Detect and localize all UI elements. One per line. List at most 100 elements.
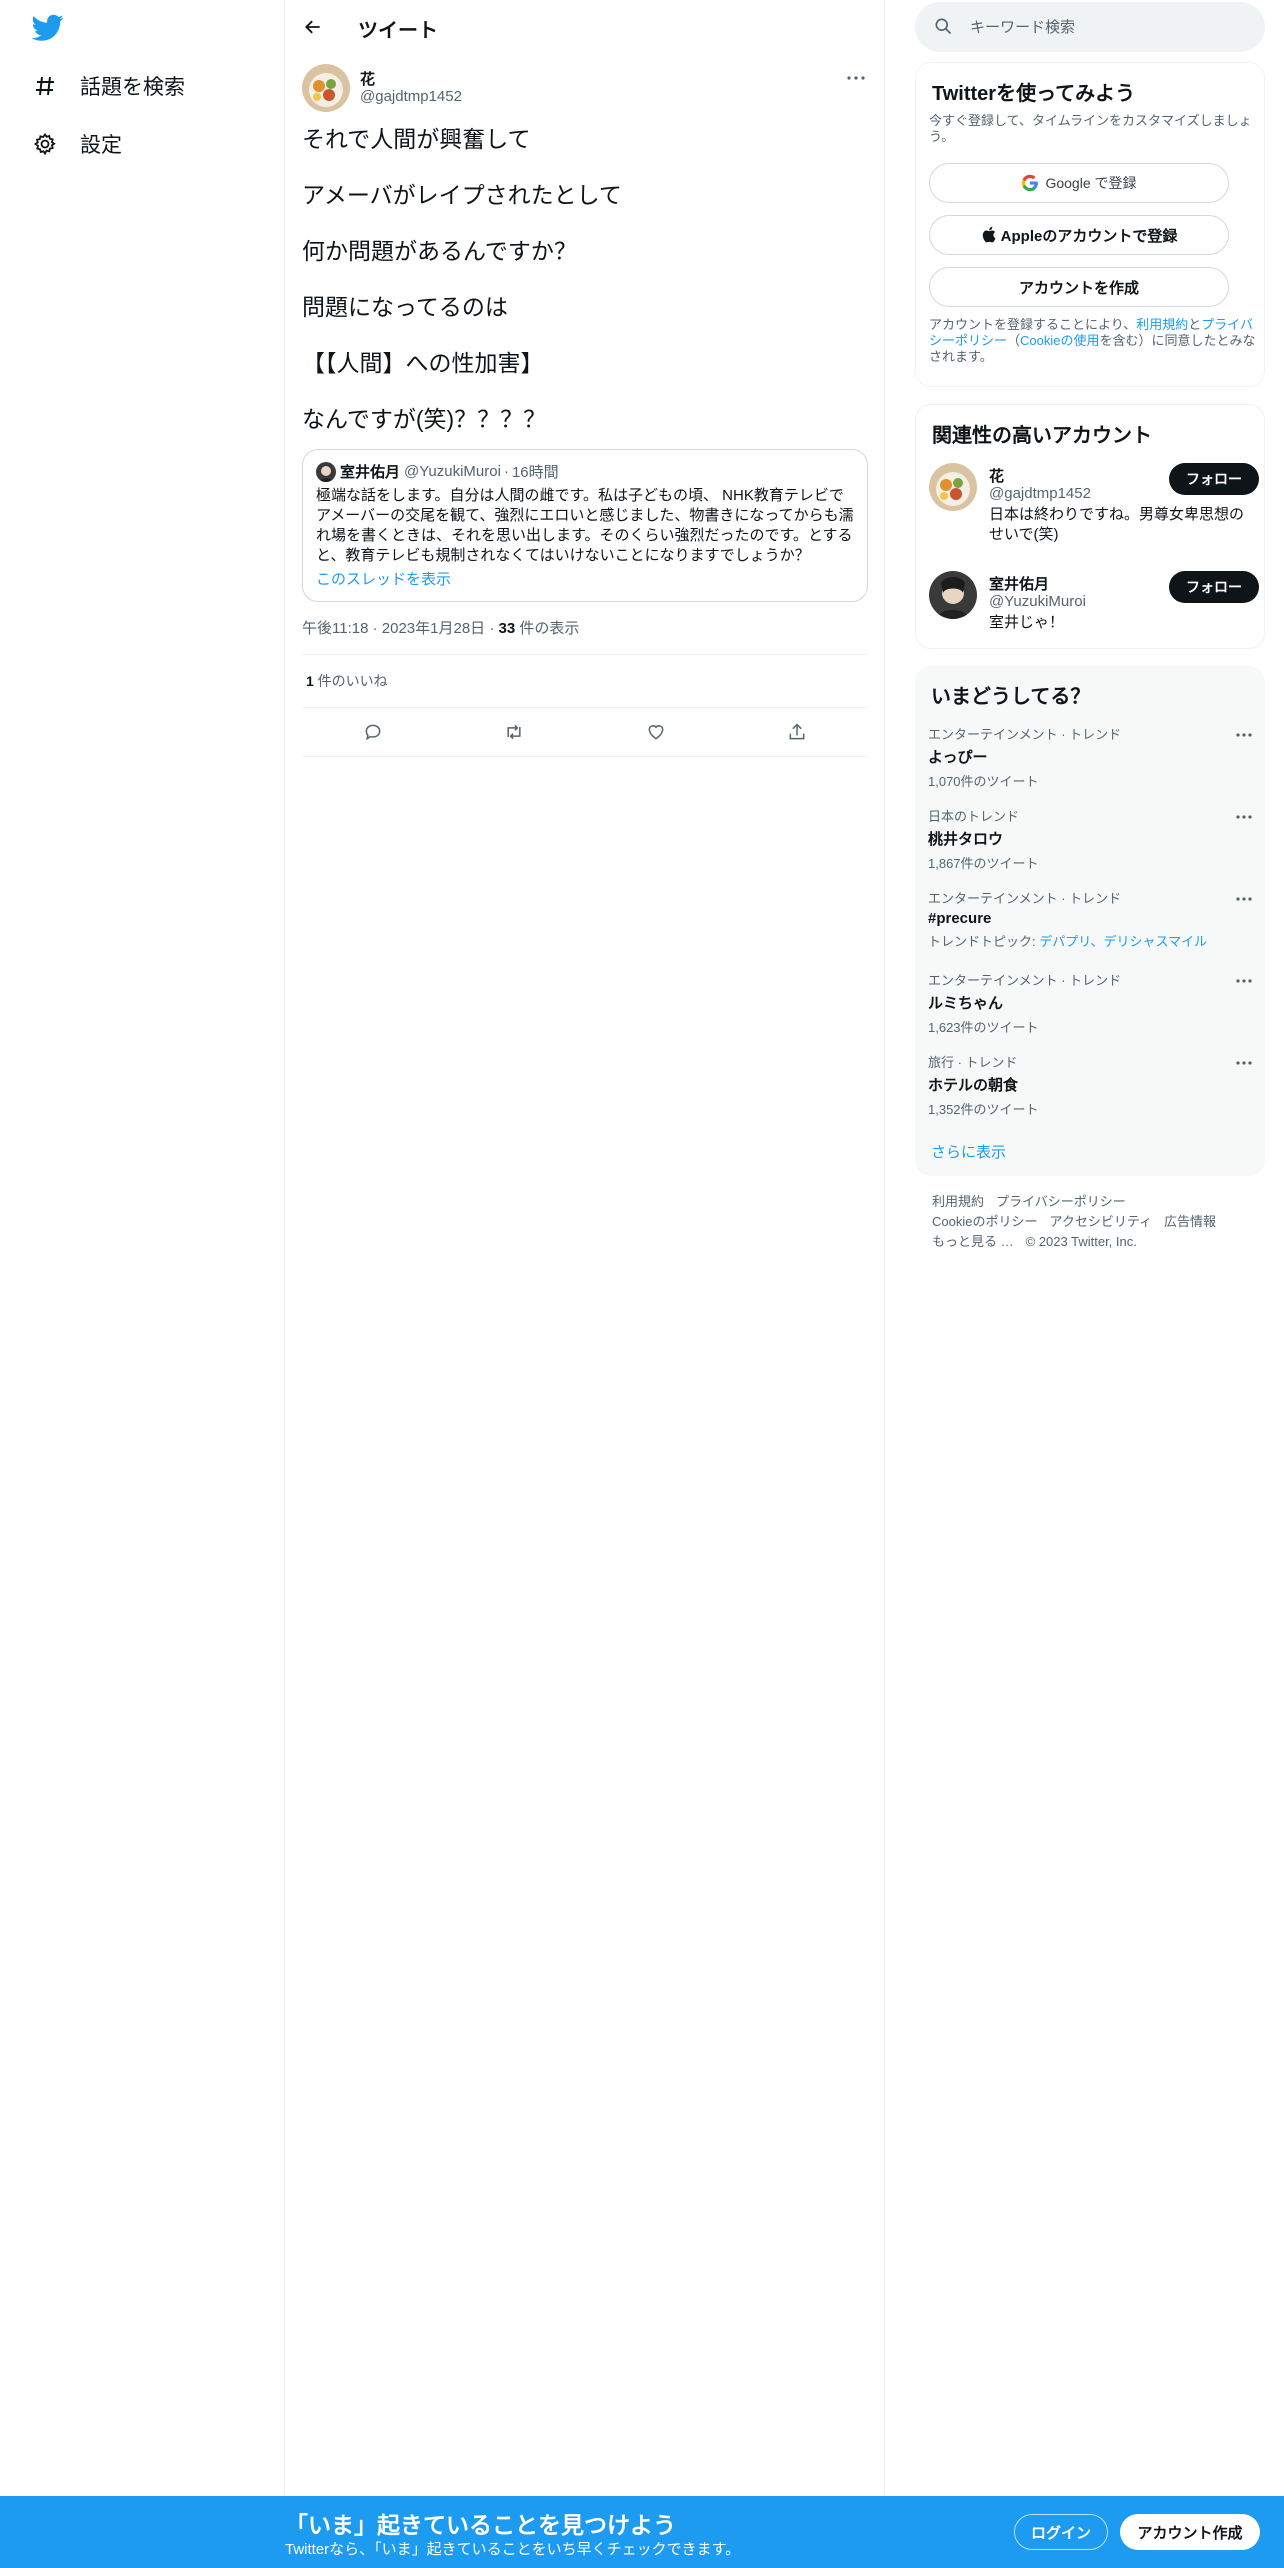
hashtag-icon bbox=[32, 73, 58, 99]
divider bbox=[302, 756, 868, 757]
trend-title: ルミちゃん bbox=[928, 995, 1004, 1012]
quote-header: 室井佑月 @YuzukiMuroi · 16時間 bbox=[316, 461, 559, 482]
footer-link[interactable]: 利用規約 bbox=[932, 1192, 984, 1212]
login-banner: 「いま」起きていることを見つけよう Twitterなら、「いま」起きていることを… bbox=[0, 2496, 1284, 2568]
trend-item[interactable]: エンターテインメント · トレンド #precure トレンドトピック: デパプ… bbox=[928, 888, 1253, 950]
trend-item[interactable]: 日本のトレンド 桃井タロウ 1,867件のツイート bbox=[928, 806, 1253, 872]
share-icon[interactable] bbox=[784, 719, 810, 745]
signup-button[interactable]: アカウント作成 bbox=[1120, 2514, 1260, 2550]
account-bio: 室井じゃ！ bbox=[989, 614, 1065, 631]
trend-item[interactable]: エンターテインメント · トレンド よっぴー 1,070件のツイート bbox=[928, 724, 1253, 790]
trend-title: よっぴー bbox=[928, 749, 988, 766]
tweet-time[interactable]: 午後11:18 bbox=[302, 620, 368, 637]
trend-item[interactable]: 旅行 · トレンド ホテルの朝食 1,352件のツイート bbox=[928, 1052, 1253, 1118]
search-box[interactable] bbox=[915, 2, 1265, 52]
related-accounts-card: 関連性の高いアカウント 花 @gajdtmp1452 日本は終わりですね。男尊女… bbox=[915, 404, 1265, 649]
nav-item-explore[interactable]: 話題を検索 bbox=[32, 66, 185, 106]
left-navigation: 話題を検索 設定 bbox=[0, 0, 285, 2568]
tweet-date[interactable]: 2023年1月28日 bbox=[382, 620, 485, 637]
quote-separator: · bbox=[503, 463, 509, 480]
author-avatar[interactable] bbox=[302, 64, 350, 112]
banner-subtitle: Twitterなら、「いま」起きていることをいち早くチェックできます。 bbox=[285, 2541, 741, 2558]
trend-category: エンターテインメント · トレンド bbox=[928, 973, 1122, 988]
show-more-link[interactable]: さらに表示 bbox=[931, 1141, 1006, 1162]
footer-link[interactable]: 広告情報 bbox=[1164, 1212, 1216, 1232]
retweet-icon[interactable] bbox=[501, 719, 527, 745]
account-bio: 日本は終わりですね。男尊女卑思想のせいで(笑) bbox=[989, 506, 1245, 543]
terms-link[interactable]: 利用規約 bbox=[1136, 317, 1188, 332]
more-options-icon[interactable] bbox=[844, 68, 868, 88]
page-header: ツイート bbox=[285, 0, 885, 54]
quote-time: 16時間 bbox=[511, 464, 559, 481]
more-options-icon[interactable] bbox=[1235, 890, 1253, 908]
back-arrow-icon[interactable] bbox=[300, 14, 326, 40]
related-title: 関連性の高いアカウント bbox=[932, 425, 1152, 447]
quote-avatar bbox=[316, 461, 336, 482]
account-avatar[interactable] bbox=[929, 463, 977, 511]
more-options-icon[interactable] bbox=[1235, 1054, 1253, 1072]
tweet-line: アメーバがレイプされたとして bbox=[302, 182, 622, 208]
tweet-meta: 午後11:18 · 2023年1月28日 · 33 件の表示 bbox=[302, 617, 579, 638]
banner-title: 「いま」起きていることを見つけよう bbox=[285, 2512, 676, 2538]
search-input[interactable] bbox=[970, 2, 1250, 52]
follow-button[interactable]: フォロー bbox=[1169, 571, 1259, 603]
trend-topic-line: トレンドトピック: デパプリ、デリシャスマイル bbox=[928, 931, 1253, 950]
trend-count: 1,070件のツイート bbox=[928, 774, 1039, 789]
trend-category: エンターテインメント · トレンド bbox=[928, 727, 1122, 742]
author-handle[interactable]: @gajdtmp1452 bbox=[360, 88, 462, 105]
like-icon[interactable] bbox=[643, 719, 669, 745]
legal-text: （ bbox=[1007, 333, 1021, 348]
search-icon bbox=[933, 16, 955, 38]
quote-author-name: 室井佑月 bbox=[340, 464, 401, 481]
follow-button[interactable]: フォロー bbox=[1169, 463, 1259, 495]
tweet-actions bbox=[302, 716, 868, 748]
gear-icon bbox=[32, 131, 58, 157]
views-label: 件の表示 bbox=[515, 620, 580, 637]
apple-signup-label: Appleのアカウントで登録 bbox=[1000, 227, 1178, 245]
create-account-button[interactable]: アカウントを作成 bbox=[929, 267, 1229, 307]
views-count: 33 bbox=[498, 620, 516, 637]
quoted-tweet[interactable]: 室井佑月 @YuzukiMuroi · 16時間 極端な話をします。自分は人間の… bbox=[302, 449, 868, 602]
footer-link[interactable]: Cookieのポリシー bbox=[932, 1212, 1037, 1232]
main-column: ツイート 花 @gajdtmp1452 それで人間が興奮して アメーバがレイプさ… bbox=[285, 0, 885, 2568]
footer-link[interactable]: プライバシーポリシー bbox=[996, 1192, 1126, 1212]
google-icon bbox=[1021, 174, 1039, 192]
google-signup-button[interactable]: Google で登録 bbox=[929, 163, 1229, 203]
reply-icon[interactable] bbox=[360, 719, 386, 745]
tweet-line: なんですが(笑)？？？？ bbox=[302, 406, 547, 432]
more-options-icon[interactable] bbox=[1235, 726, 1253, 744]
google-signup-label: Google で登録 bbox=[1045, 175, 1137, 191]
trend-category: 日本のトレンド bbox=[928, 809, 1020, 824]
tweet-author: 花 @gajdtmp1452 bbox=[302, 64, 868, 114]
cookie-link[interactable]: Cookieの使用 bbox=[1020, 333, 1099, 348]
nav-item-settings[interactable]: 設定 bbox=[32, 124, 122, 164]
trend-title: ホテルの朝食 bbox=[928, 1077, 1019, 1094]
trend-title: 桃井タロウ bbox=[928, 831, 1004, 848]
tweet-line: それで人間が興奮して bbox=[302, 126, 531, 152]
show-thread-link[interactable]: このスレッドを表示 bbox=[316, 568, 451, 589]
signup-title: Twitterを使ってみよう bbox=[932, 83, 1136, 105]
footer-link[interactable]: アクセシビリティ bbox=[1049, 1212, 1152, 1232]
meta-separator: · bbox=[372, 620, 378, 637]
legal-text: と bbox=[1188, 317, 1202, 332]
likes-summary[interactable]: 1 件のいいね bbox=[306, 671, 388, 691]
trend-count: 1,623件のツイート bbox=[928, 1020, 1039, 1035]
legal-notice: アカウントを登録することにより、利用規約とプライバシーポリシー（Cookieの使… bbox=[929, 317, 1259, 365]
trend-topic-links[interactable]: デパプリ、デリシャスマイル bbox=[1039, 934, 1207, 949]
divider bbox=[302, 707, 868, 708]
account-avatar[interactable] bbox=[929, 571, 977, 619]
footer-link[interactable]: もっと見る … bbox=[932, 1232, 1014, 1252]
author-name[interactable]: 花 bbox=[360, 68, 375, 89]
twitter-logo-icon[interactable] bbox=[31, 14, 64, 44]
quote-text: 極端な話をします。自分は人間の雌です。私は子どもの頃、 NHK教育テレビでアメー… bbox=[316, 487, 854, 564]
trend-item[interactable]: エンターテインメント · トレンド ルミちゃん 1,623件のツイート bbox=[928, 970, 1253, 1036]
more-options-icon[interactable] bbox=[1235, 972, 1253, 990]
tweet-line: 何か問題があるんですか？ bbox=[302, 238, 577, 264]
divider bbox=[302, 654, 868, 655]
apple-signup-button[interactable]: Appleのアカウントで登録 bbox=[929, 215, 1229, 255]
trend-category: エンターテインメント · トレンド bbox=[928, 891, 1122, 906]
quote-author-handle: @YuzukiMuroi bbox=[404, 463, 501, 480]
tweet-line: 問題になってるのは bbox=[302, 294, 508, 320]
more-options-icon[interactable] bbox=[1235, 808, 1253, 826]
login-button[interactable]: ログイン bbox=[1014, 2514, 1108, 2550]
